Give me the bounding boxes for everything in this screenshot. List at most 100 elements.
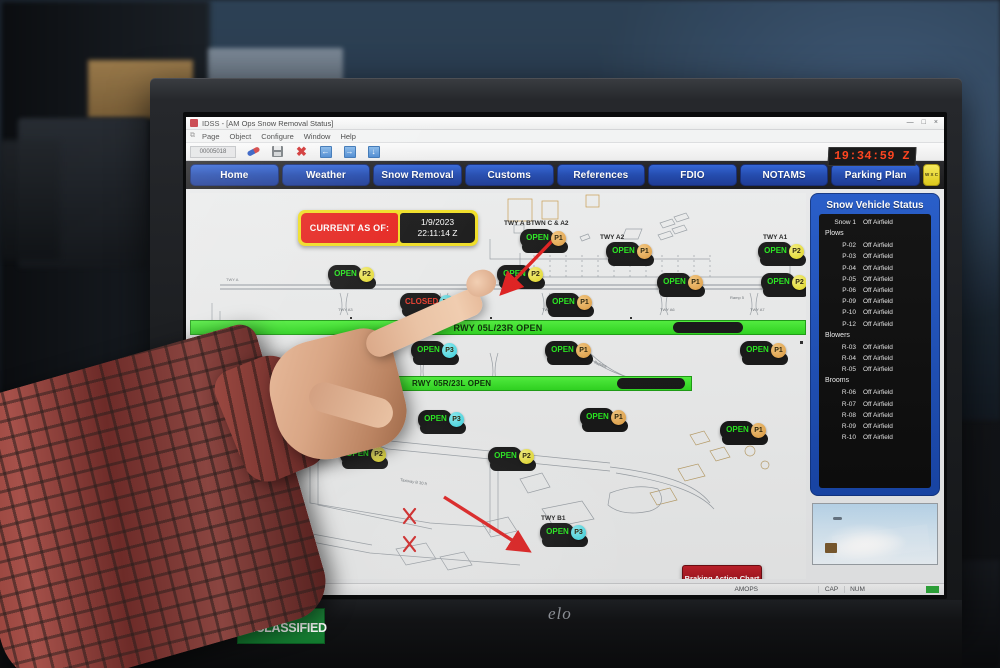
wx-button[interactable]: W X C (923, 164, 940, 186)
table-row: P-05 Off Airfield (823, 274, 927, 285)
pill-priority: P1 (751, 423, 766, 438)
pill-priority: P1 (771, 343, 786, 358)
tab-home[interactable]: Home (190, 164, 279, 186)
vehicle-status: Off Airfield (863, 309, 893, 317)
pill-priority: P1 (611, 410, 626, 425)
current-as-of-date: 1/9/2023 (420, 217, 455, 228)
table-row: P-06 Off Airfield (823, 285, 927, 296)
pill-priority: P1 (551, 231, 566, 246)
vehicle-id: P-09 (842, 298, 856, 306)
pen-icon[interactable] (246, 145, 261, 158)
menu-object[interactable]: Object (230, 132, 252, 141)
pill-priority: P3 (571, 525, 586, 540)
twy-a-btwn-c-a2-label: TWY A BTWN C & A2 (504, 220, 569, 227)
svg-text:TWY A6: TWY A6 (660, 307, 675, 312)
num-indicator: NUM (844, 586, 870, 593)
tab-snow-removal[interactable]: Snow Removal (373, 164, 462, 186)
table-row: P-09 Off Airfield (823, 296, 927, 307)
status-pill-twy-a6[interactable]: OPEN P1 (657, 273, 705, 297)
vehicle-status: Off Airfield (863, 434, 893, 442)
table-row: P-12 Off Airfield (823, 319, 927, 330)
status-pill-twy-a2[interactable]: OPEN P1 (606, 242, 654, 266)
tab-notams[interactable]: NOTAMS (739, 164, 829, 186)
minimize-button[interactable]: — (907, 119, 914, 127)
tab-customs[interactable]: Customs (464, 164, 554, 186)
vehicle-id: P-06 (842, 287, 856, 295)
current-as-of-label: CURRENT AS OF: (301, 213, 398, 243)
svg-text:Ramp 5: Ramp 5 (730, 295, 745, 300)
aircraft-silhouette (833, 517, 842, 520)
window-title-bar: IDSS - [AM Ops Snow Removal Status] — □ … (186, 117, 944, 130)
vehicle-id: P-02 (842, 242, 856, 250)
save-icon[interactable] (271, 145, 284, 158)
menu-bar: ⧉ Page Object Configure Window Help (186, 130, 944, 143)
tab-references[interactable]: References (556, 164, 646, 186)
vehicle-status: Off Airfield (863, 343, 893, 351)
menu-help[interactable]: Help (340, 132, 355, 141)
download-icon[interactable]: ↓ (367, 145, 380, 158)
tab-parking-plan[interactable]: Parking Plan (831, 164, 920, 186)
current-as-of-time: 22:11:14 Z (417, 228, 458, 238)
table-row: R-07 Off Airfield (823, 399, 927, 410)
vehicle-status: Off Airfield (863, 400, 893, 408)
app-indicator: AMOPS (734, 586, 758, 593)
close-button[interactable]: × (934, 119, 938, 127)
app-icon (190, 119, 198, 127)
table-row: P-02 Off Airfield (823, 240, 927, 251)
status-pill-lower-5[interactable]: OPEN P2 (488, 447, 536, 471)
pill-priority: P1 (577, 295, 592, 310)
status-indicator-green (926, 586, 939, 593)
snow-vehicle-list[interactable]: Snow 1 Off Airfield Plows P-02 Off Airfie… (819, 214, 931, 488)
table-row: R-05 Off Airfield (823, 364, 927, 375)
forward-icon[interactable]: → (343, 145, 356, 158)
vehicle-status: Off Airfield (863, 320, 893, 328)
status-pill-twy-b-mid[interactable]: OPEN P1 (545, 341, 593, 365)
delete-icon[interactable]: ✖ (295, 145, 308, 158)
tab-weather[interactable]: Weather (281, 164, 371, 186)
mdi-restore-icon[interactable]: ⧉ (190, 132, 195, 140)
pill-priority: P2 (792, 275, 806, 290)
pill-priority: P2 (528, 267, 543, 282)
vehicle-status: Off Airfield (863, 242, 893, 250)
vehicle-id: R-09 (841, 423, 856, 431)
menu-page[interactable]: Page (202, 132, 220, 141)
snow-plume (831, 524, 931, 562)
svg-text:TWY A7: TWY A7 (750, 307, 765, 312)
vehicle-id: P-05 (842, 275, 856, 283)
status-pill-twy-b-right[interactable]: OPEN P1 (740, 341, 788, 365)
vehicle-status: Off Airfield (863, 355, 893, 363)
vehicle-id: R-06 (841, 389, 856, 397)
pill-priority: P1 (688, 275, 703, 290)
vehicle-id: P-12 (842, 320, 856, 328)
group-plows: Plows (825, 230, 844, 238)
snow-blower-photo[interactable] (812, 503, 938, 565)
vehicle-id: R-04 (841, 355, 856, 363)
svg-text:Bypass: Bypass (594, 359, 608, 369)
vehicle-status: Off Airfield (863, 253, 893, 261)
status-pill-twy-a1[interactable]: OPEN P2 (758, 242, 806, 266)
status-pill-lower-3[interactable]: OPEN P1 (720, 421, 768, 445)
status-pill-lower-2[interactable]: OPEN P1 (580, 408, 628, 432)
group-brooms: Brooms (825, 377, 850, 385)
table-row: P-03 Off Airfield (823, 251, 927, 262)
caps-indicator: CAP (818, 586, 844, 593)
vehicle-status: Off Airfield (863, 366, 893, 374)
twy-a2-label: TWY A2 (600, 234, 625, 241)
vehicle-status: Off Airfield (863, 411, 893, 419)
vehicle-id: Snow 1 (834, 219, 856, 226)
snow-vehicle (825, 543, 837, 553)
braking-action-chart-button[interactable]: Braking Action Chart (682, 565, 762, 579)
current-as-of-value: 1/9/2023 22:11:14 Z (400, 213, 475, 243)
person-arm (0, 240, 500, 668)
vehicle-status: Off Airfield (863, 298, 893, 306)
back-icon[interactable]: ← (319, 145, 332, 158)
table-row: R-04 Off Airfield (823, 353, 927, 364)
record-id-field[interactable]: 00005018 (190, 145, 236, 158)
vehicle-status: Off Airfield (863, 423, 893, 431)
status-pill-twy-a7[interactable]: OPEN P2 (761, 273, 806, 297)
menu-configure[interactable]: Configure (261, 132, 294, 141)
menu-window[interactable]: Window (304, 132, 331, 141)
maximize-button[interactable]: □ (922, 119, 926, 127)
table-row: R-09 Off Airfield (823, 421, 927, 432)
tab-fdio[interactable]: FDIO (648, 164, 737, 186)
